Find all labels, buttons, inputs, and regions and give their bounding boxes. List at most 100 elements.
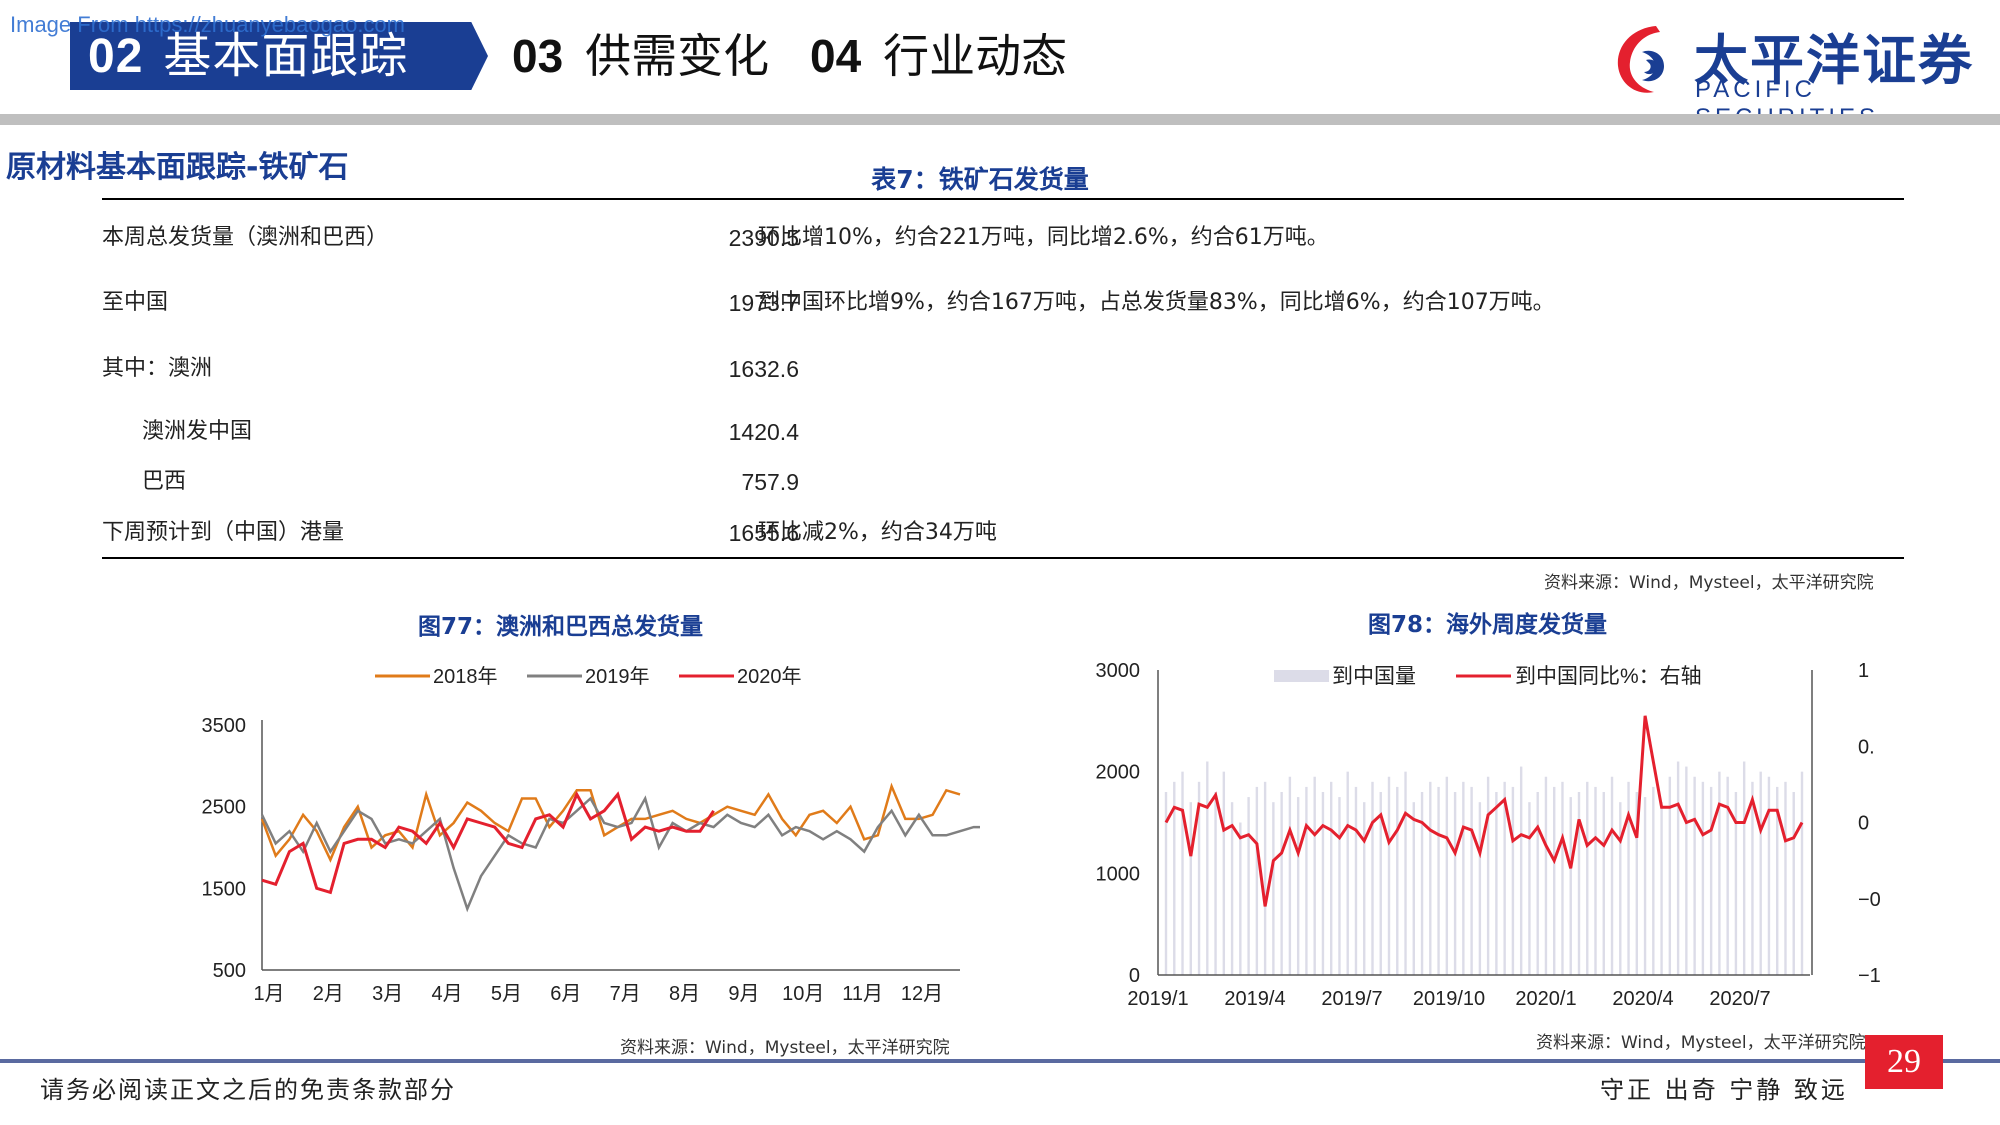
bar <box>1586 781 1589 975</box>
bar <box>1437 786 1440 975</box>
legend-label: 2019年 <box>585 665 650 688</box>
bar <box>1569 797 1572 975</box>
bar <box>1371 781 1374 975</box>
bar <box>1544 776 1548 975</box>
table-bottom-rule <box>102 557 1904 559</box>
chart78-title: 图78：海外周度发货量 <box>1368 612 1608 638</box>
bar <box>1553 786 1556 975</box>
legend-swatch <box>1274 670 1329 682</box>
row-label: 本周总发货量（澳洲和巴西） <box>102 225 389 250</box>
nav-tab-supply-demand[interactable]: 03 供需变化 <box>512 22 769 90</box>
y-right-tick-label: −0. 5 <box>1858 889 1880 911</box>
x-tick-label: 2020/1 <box>1515 988 1576 1010</box>
y-tick-label: 500 <box>213 960 246 982</box>
bar <box>1222 771 1226 975</box>
bar <box>1288 776 1292 975</box>
bar <box>1495 792 1498 975</box>
x-tick-label: 2月 <box>313 983 344 1005</box>
table-row: 澳洲发中国 1420.4 <box>102 412 1904 452</box>
bar <box>1561 781 1564 975</box>
nav-tab-number: 04 <box>810 30 862 82</box>
table-row: 下周预计到（中国）港量 1655.6 环比减2%，约合34万吨 <box>102 513 1904 553</box>
row-note: 环比减2%，约合34万吨 <box>758 520 997 545</box>
chart77-svg: 3500 2500 1500 500 1月 2月 3月 4月 5月 6月 7月 8月 9月 10月 11月 1… <box>202 665 980 1005</box>
y-left-tick-label: 3000 <box>1096 660 1141 682</box>
bar <box>1602 792 1605 975</box>
bar <box>1619 802 1622 975</box>
y-tick-label: 1500 <box>202 878 247 900</box>
bar <box>1453 792 1457 975</box>
x-tick-label: 12月 <box>901 983 943 1005</box>
row-label: 下周预计到（中国）港量 <box>102 520 345 545</box>
bar <box>1189 802 1192 975</box>
nav-tab-number: 03 <box>512 30 564 82</box>
bar <box>1784 781 1787 975</box>
series-line <box>260 782 961 863</box>
footer-divider <box>0 1059 2000 1063</box>
legend-label: 2018年 <box>433 665 498 688</box>
bar <box>1272 802 1275 975</box>
chart78-source: 资料来源：Wind，Mysteel，太平洋研究院 <box>1536 1033 1866 1053</box>
footer-motto: 守正 出奇 宁静 致远 <box>1600 1076 1848 1104</box>
footer-disclaimer: 请务必阅读正文之后的免责条款部分 <box>40 1076 456 1104</box>
chart77-source: 资料来源：Wind，Mysteel，太平洋研究院 <box>620 1038 950 1058</box>
bar <box>1354 786 1358 975</box>
bar <box>1445 776 1449 975</box>
row-value: 1632.6 <box>728 356 799 382</box>
bar <box>1643 797 1647 975</box>
x-tick-label: 2020/7 <box>1709 988 1770 1010</box>
x-tick-label: 2019/10 <box>1413 988 1485 1010</box>
nav-tab-industry-news[interactable]: 04 行业动态 <box>810 22 1067 90</box>
bar <box>1792 792 1795 975</box>
bar <box>1660 802 1663 975</box>
bar <box>1610 776 1614 975</box>
table-title: 表7：铁矿石发货量 <box>871 165 1089 194</box>
row-label: 至中国 <box>102 290 169 315</box>
bar <box>1709 786 1713 975</box>
bar <box>1528 802 1531 975</box>
row-note: 到中国环比增9%，约合167万吨，占总发货量83%，同比增6%，约合107万吨。 <box>758 290 1555 315</box>
series-line <box>260 795 980 913</box>
series-line <box>1164 715 1804 907</box>
x-tick-label: 2019/4 <box>1224 988 1285 1010</box>
chart77-title: 图77：澳洲和巴西总发货量 <box>418 614 704 640</box>
bar <box>1594 786 1597 975</box>
table-source: 资料来源：Wind，Mysteel，太平洋研究院 <box>1544 573 1874 593</box>
bar <box>1511 786 1515 975</box>
y-right-tick-label: 0. 5 <box>1858 736 1880 758</box>
y-left-tick-label: 1000 <box>1096 863 1141 885</box>
x-tick-label: 11月 <box>842 983 883 1005</box>
bar <box>1239 822 1242 975</box>
table-row: 巴西 757.9 <box>102 462 1904 502</box>
bar <box>1296 797 1300 975</box>
bar <box>1338 797 1341 975</box>
bar <box>1329 781 1333 975</box>
bar <box>1685 766 1688 975</box>
x-tick-label: 6月 <box>550 983 581 1005</box>
y-left-tick-label: 2000 <box>1096 762 1141 784</box>
bar <box>1280 792 1283 975</box>
bar <box>1486 776 1490 975</box>
bar <box>1247 797 1250 975</box>
table-row: 至中国 1973.7 到中国环比增9%，约合167万吨，占总发货量83%，同比增… <box>102 283 1904 323</box>
bar <box>1759 771 1762 975</box>
bar <box>1519 766 1523 975</box>
bar <box>1181 771 1184 975</box>
bar <box>1652 786 1655 975</box>
x-tick-label: 2020/4 <box>1612 988 1673 1010</box>
bar <box>1305 786 1308 975</box>
bar <box>1346 771 1349 975</box>
bar <box>1693 776 1696 975</box>
legend-label: 到中国同比%：右轴 <box>1515 665 1702 688</box>
bar <box>1742 761 1746 975</box>
x-tick-label: 9月 <box>728 983 759 1005</box>
bar <box>1420 792 1424 975</box>
page-number: 29 <box>1865 1035 1943 1089</box>
bar <box>1255 786 1259 975</box>
x-tick-label: 2019/7 <box>1321 988 1382 1010</box>
bar <box>1363 802 1366 975</box>
legend-label: 2020年 <box>737 665 802 688</box>
x-tick-label: 5月 <box>491 983 522 1005</box>
bar <box>1676 761 1680 975</box>
x-tick-label: 7月 <box>610 983 641 1005</box>
